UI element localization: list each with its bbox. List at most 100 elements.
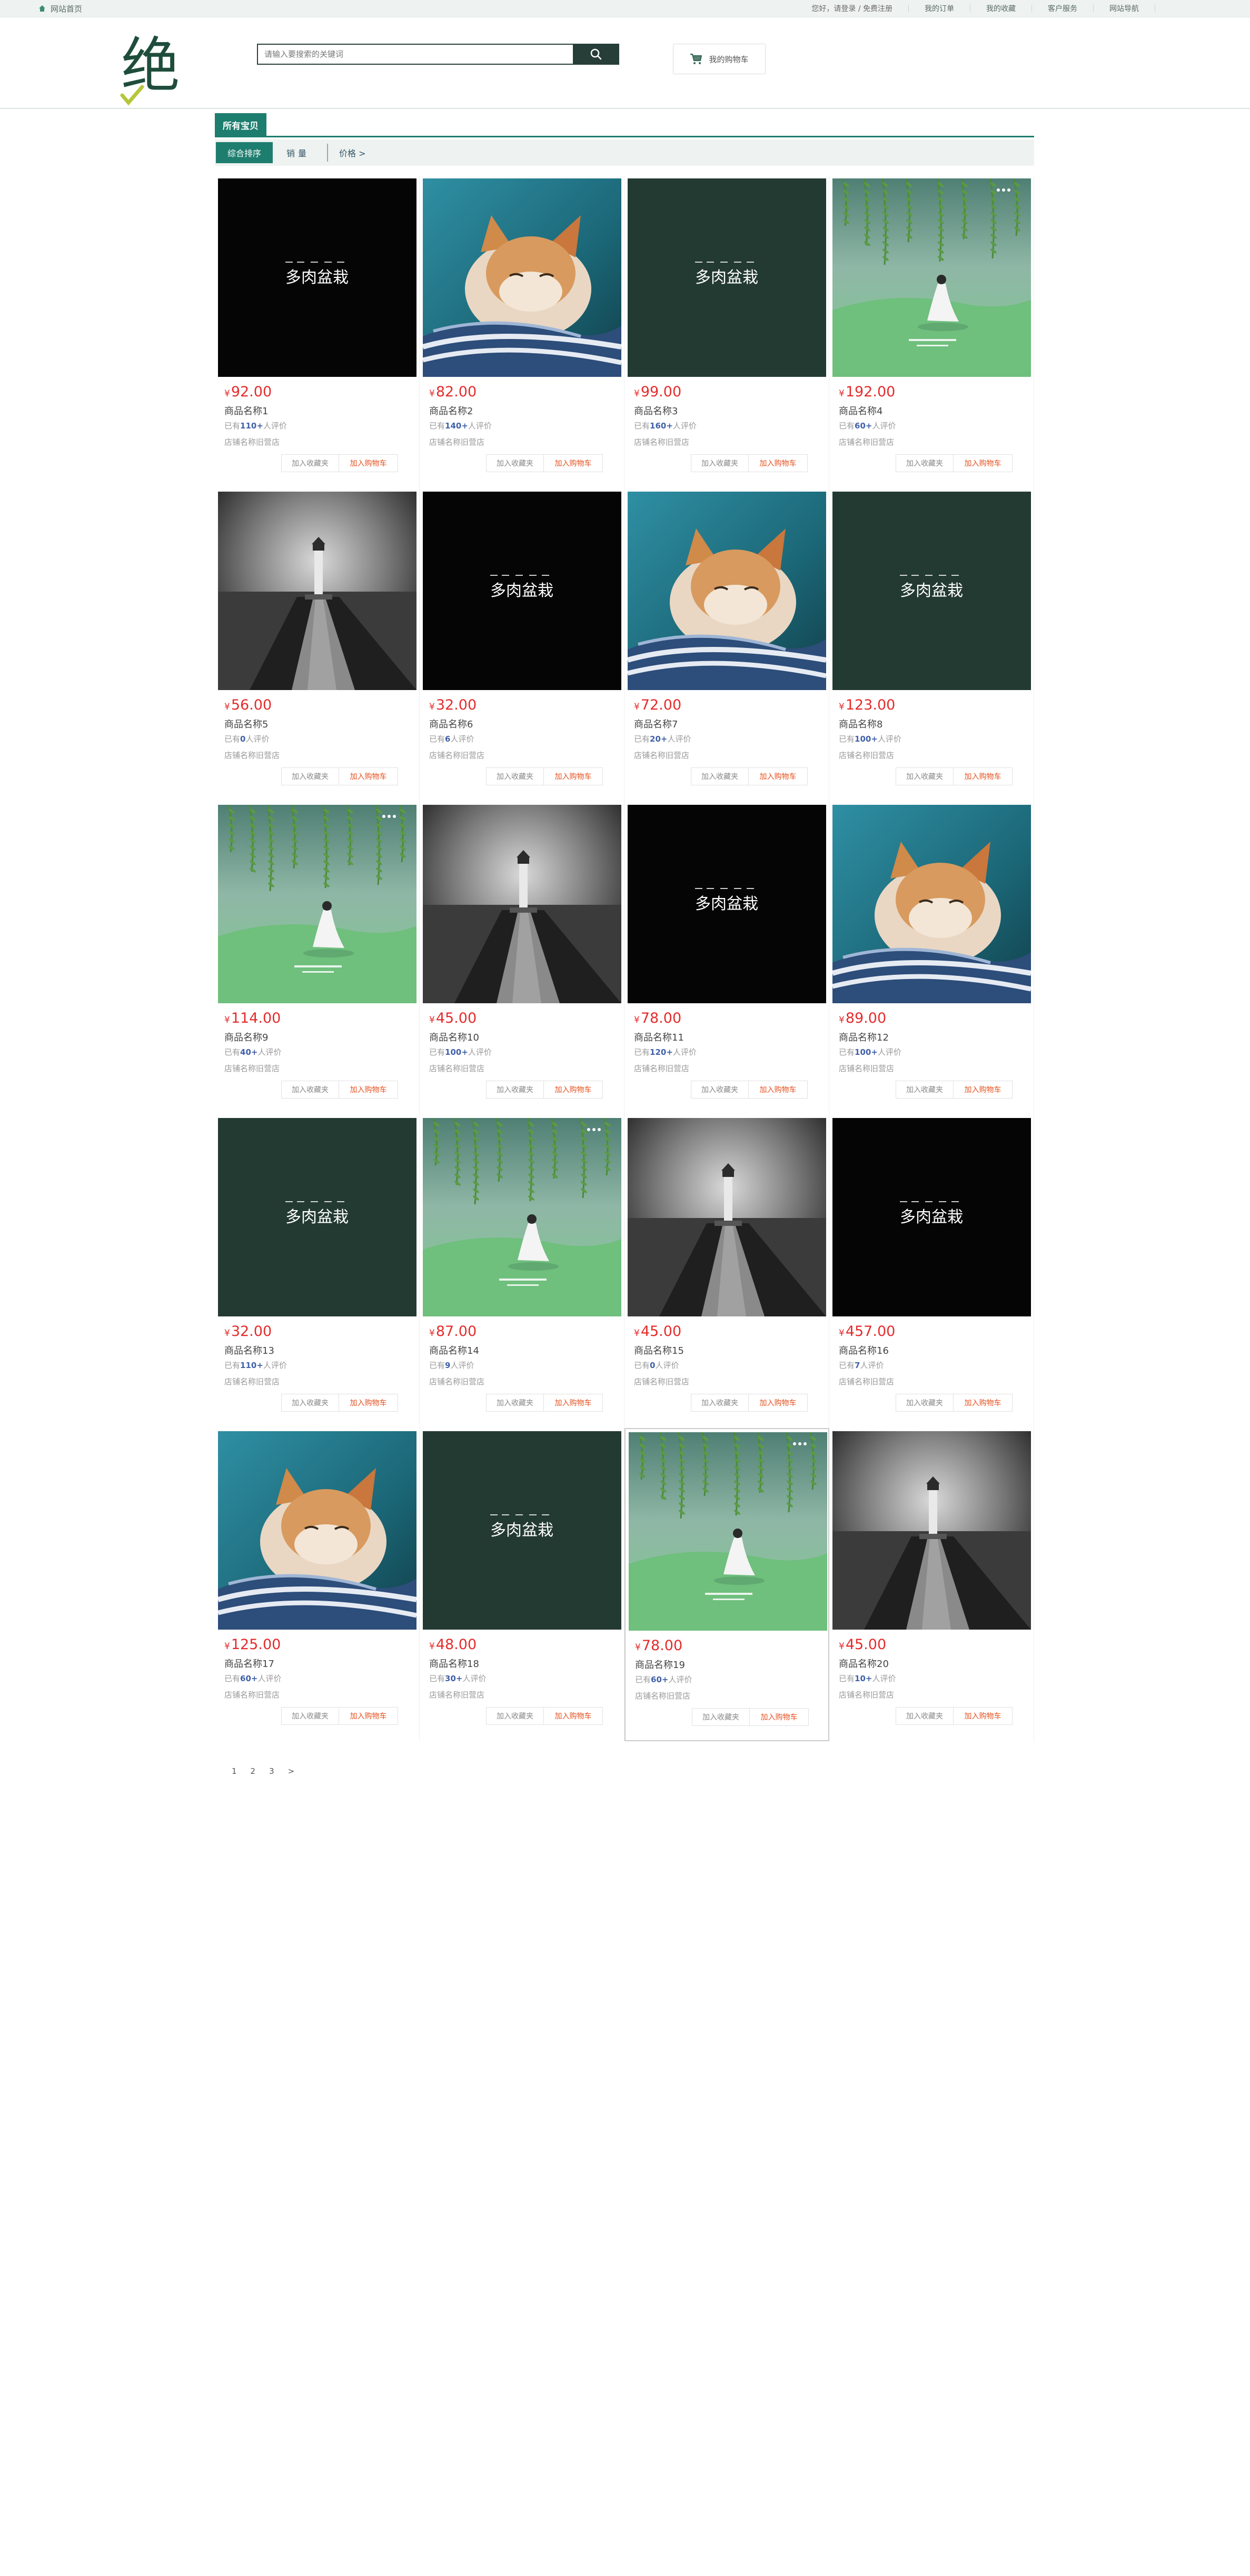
store-name[interactable]: 店铺名称旧营店: [429, 1689, 484, 1700]
product-name[interactable]: 商品名称13: [224, 1343, 274, 1357]
add-to-cart-button[interactable]: 加入购物车: [339, 454, 398, 472]
store-name[interactable]: 店铺名称旧营店: [429, 750, 484, 761]
add-to-favorites-button[interactable]: 加入收藏夹: [486, 1081, 544, 1099]
product-card[interactable]: 多肉盆栽 ¥123.00 商品名称8 已有100+人评价 店铺名称旧营店 加入收…: [829, 488, 1034, 802]
store-name[interactable]: 店铺名称旧营店: [224, 1689, 280, 1700]
site-logo[interactable]: 绝: [117, 28, 185, 107]
product-image[interactable]: 多肉盆栽: [832, 1118, 1031, 1316]
product-card[interactable]: ¥78.00 商品名称19 已有60+人评价 店铺名称旧营店 加入收藏夹 加入购…: [624, 1428, 829, 1741]
add-to-cart-button[interactable]: 加入购物车: [749, 454, 808, 472]
sort-comprehensive[interactable]: 综合排序: [216, 142, 273, 163]
store-name[interactable]: 店铺名称旧营店: [635, 1690, 690, 1701]
store-name[interactable]: 店铺名称旧营店: [634, 436, 689, 447]
product-image[interactable]: [832, 1431, 1031, 1630]
product-name[interactable]: 商品名称7: [634, 717, 678, 731]
store-name[interactable]: 店铺名称旧营店: [839, 750, 894, 761]
product-image[interactable]: 多肉盆栽: [628, 178, 826, 377]
add-to-cart-button[interactable]: 加入购物车: [544, 1707, 603, 1725]
product-image[interactable]: [423, 805, 621, 1003]
product-image[interactable]: 多肉盆栽: [832, 492, 1031, 690]
product-card[interactable]: ¥192.00 商品名称4 已有60+人评价 店铺名称旧营店 加入收藏夹 加入购…: [829, 175, 1034, 488]
store-name[interactable]: 店铺名称旧营店: [839, 436, 894, 447]
add-to-cart-button[interactable]: 加入购物车: [954, 1707, 1013, 1725]
sort-by-sales[interactable]: 销量: [286, 142, 310, 163]
product-image[interactable]: 多肉盆栽: [423, 492, 621, 690]
product-name[interactable]: 商品名称2: [429, 404, 473, 417]
customer-service-link[interactable]: 客户服务: [1048, 3, 1077, 14]
add-to-cart-button[interactable]: 加入购物车: [339, 1707, 398, 1725]
add-to-cart-button[interactable]: 加入购物车: [954, 454, 1013, 472]
store-name[interactable]: 店铺名称旧营店: [224, 1376, 280, 1387]
product-name[interactable]: 商品名称8: [839, 717, 882, 731]
product-name[interactable]: 商品名称4: [839, 404, 882, 417]
product-name[interactable]: 商品名称9: [224, 1030, 268, 1044]
product-card[interactable]: 多肉盆栽 ¥48.00 商品名称18 已有30+人评价 店铺名称旧营店 加入收藏…: [420, 1428, 624, 1741]
add-to-cart-button[interactable]: 加入购物车: [954, 1081, 1013, 1099]
add-to-favorites-button[interactable]: 加入收藏夹: [691, 767, 749, 785]
product-image[interactable]: [832, 805, 1031, 1003]
add-to-cart-button[interactable]: 加入购物车: [339, 1081, 398, 1099]
store-name[interactable]: 店铺名称旧营店: [224, 436, 280, 447]
add-to-favorites-button[interactable]: 加入收藏夹: [896, 1394, 954, 1412]
store-name[interactable]: 店铺名称旧营店: [224, 1063, 280, 1074]
search-button[interactable]: [573, 44, 619, 65]
product-card[interactable]: ¥114.00 商品名称9 已有40+人评价 店铺名称旧营店 加入收藏夹 加入购…: [215, 802, 420, 1115]
store-name[interactable]: 店铺名称旧营店: [429, 1063, 484, 1074]
product-name[interactable]: 商品名称18: [429, 1656, 479, 1670]
product-name[interactable]: 商品名称15: [634, 1343, 684, 1357]
store-name[interactable]: 店铺名称旧营店: [634, 750, 689, 761]
product-name[interactable]: 商品名称19: [635, 1658, 685, 1671]
add-to-favorites-button[interactable]: 加入收藏夹: [486, 1707, 544, 1725]
product-card[interactable]: 多肉盆栽 ¥99.00 商品名称3 已有160+人评价 店铺名称旧营店 加入收藏…: [624, 175, 829, 488]
my-orders-link[interactable]: 我的订单: [925, 3, 954, 14]
store-name[interactable]: 店铺名称旧营店: [429, 436, 484, 447]
add-to-favorites-button[interactable]: 加入收藏夹: [896, 454, 954, 472]
product-image[interactable]: [628, 1118, 826, 1316]
product-name[interactable]: 商品名称11: [634, 1030, 684, 1044]
product-image[interactable]: [218, 805, 416, 1003]
add-to-cart-button[interactable]: 加入购物车: [749, 1081, 808, 1099]
page-3[interactable]: 3: [269, 1766, 274, 1776]
store-name[interactable]: 店铺名称旧营店: [839, 1376, 894, 1387]
login-register-link[interactable]: 您好，请登录 / 免费注册: [811, 3, 892, 14]
next-page[interactable]: >: [288, 1766, 295, 1776]
product-image[interactable]: 多肉盆栽: [218, 1118, 416, 1316]
product-name[interactable]: 商品名称5: [224, 717, 268, 731]
product-image[interactable]: 多肉盆栽: [218, 178, 416, 377]
add-to-favorites-button[interactable]: 加入收藏夹: [896, 1081, 954, 1099]
add-to-favorites-button[interactable]: 加入收藏夹: [281, 1707, 339, 1725]
site-nav-link[interactable]: 网站导航: [1109, 3, 1139, 14]
product-name[interactable]: 商品名称16: [839, 1343, 889, 1357]
product-name[interactable]: 商品名称14: [429, 1343, 479, 1357]
product-card[interactable]: 多肉盆栽 ¥457.00 商品名称16 已有7人评价 店铺名称旧营店 加入收藏夹…: [829, 1115, 1034, 1428]
product-card[interactable]: ¥45.00 商品名称20 已有10+人评价 店铺名称旧营店 加入收藏夹 加入购…: [829, 1428, 1034, 1741]
page-2[interactable]: 2: [251, 1766, 256, 1776]
tab-all-products[interactable]: 所有宝贝: [215, 113, 266, 136]
product-image[interactable]: [423, 1118, 621, 1316]
add-to-cart-button[interactable]: 加入购物车: [749, 1394, 808, 1412]
add-to-favorites-button[interactable]: 加入收藏夹: [691, 1394, 749, 1412]
add-to-cart-button[interactable]: 加入购物车: [750, 1708, 809, 1726]
store-name[interactable]: 店铺名称旧营店: [634, 1063, 689, 1074]
add-to-favorites-button[interactable]: 加入收藏夹: [486, 454, 544, 472]
product-image[interactable]: 多肉盆栽: [423, 1431, 621, 1630]
product-card[interactable]: 多肉盆栽 ¥92.00 商品名称1 已有110+人评价 店铺名称旧营店 加入收藏…: [215, 175, 420, 488]
add-to-favorites-button[interactable]: 加入收藏夹: [691, 1081, 749, 1099]
sort-by-price[interactable]: 价格 >: [339, 142, 366, 163]
product-card[interactable]: 多肉盆栽 ¥78.00 商品名称11 已有120+人评价 店铺名称旧营店 加入收…: [624, 802, 829, 1115]
search-input[interactable]: 请输入要搜索的关键词: [257, 44, 573, 65]
product-card[interactable]: ¥45.00 商品名称10 已有100+人评价 店铺名称旧营店 加入收藏夹 加入…: [420, 802, 624, 1115]
product-name[interactable]: 商品名称12: [839, 1030, 889, 1044]
product-card[interactable]: ¥87.00 商品名称14 已有9人评价 店铺名称旧营店 加入收藏夹 加入购物车: [420, 1115, 624, 1428]
product-card[interactable]: ¥56.00 商品名称5 已有0人评价 店铺名称旧营店 加入收藏夹 加入购物车: [215, 488, 420, 802]
add-to-favorites-button[interactable]: 加入收藏夹: [281, 454, 339, 472]
add-to-favorites-button[interactable]: 加入收藏夹: [692, 1708, 750, 1726]
product-name[interactable]: 商品名称10: [429, 1030, 479, 1044]
product-name[interactable]: 商品名称1: [224, 404, 268, 417]
product-image[interactable]: [832, 178, 1031, 377]
my-cart-button[interactable]: 我的购物车: [673, 44, 766, 74]
store-name[interactable]: 店铺名称旧营店: [224, 750, 280, 761]
add-to-favorites-button[interactable]: 加入收藏夹: [486, 767, 544, 785]
add-to-cart-button[interactable]: 加入购物车: [954, 767, 1013, 785]
product-card[interactable]: ¥89.00 商品名称12 已有100+人评价 店铺名称旧营店 加入收藏夹 加入…: [829, 802, 1034, 1115]
